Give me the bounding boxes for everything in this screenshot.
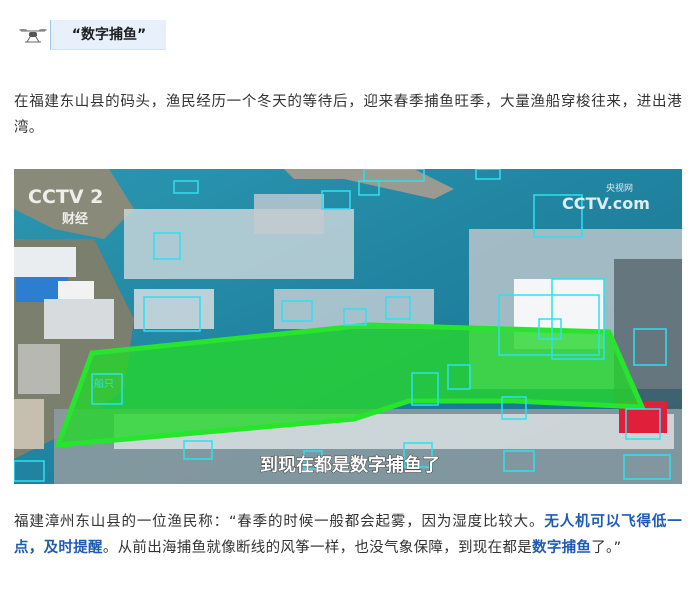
heading-box: “数字捕鱼” (50, 20, 166, 50)
watermark-logo: CCTV.com (562, 194, 650, 213)
intro-paragraph: 在福建东山县的码头，渔民经历一个冬天的等待后，迎来春季捕鱼旺季，大量渔船穿梭往来… (14, 94, 682, 136)
boat-cluster (254, 194, 324, 234)
building (14, 399, 44, 449)
quote-part-2: 。从前出海捕鱼就像断线的风筝一样，也没气象保障，到现在都是 (102, 540, 533, 556)
building (18, 344, 60, 394)
watermark-top: 央视网 (606, 182, 633, 194)
drone-icon (19, 29, 47, 43)
building (44, 299, 114, 339)
video-subtitle: 到现在都是数字捕鱼了 (260, 454, 440, 476)
quote-part-3: 了。” (591, 540, 622, 556)
section-heading: “数字捕鱼” (14, 17, 166, 53)
drone-photo: 船只 CCTV 2 财经 央视网 CCTV.com 到现在都是数字捕鱼了 (14, 169, 682, 484)
building (58, 281, 94, 299)
channel-logo: CCTV 2 (28, 186, 103, 208)
boat-cluster (134, 289, 214, 329)
quote-part-1: 福建漳州东山县的一位渔民称：“春季的时候一般都会起雾，因为湿度比较大。 (14, 514, 545, 530)
quote-paragraph: 福建漳州东山县的一位渔民称：“春季的时候一般都会起雾，因为湿度比较大。无人机可以… (14, 509, 682, 561)
overlay-label: 船只 (94, 377, 114, 390)
heading-title: “数字捕鱼” (71, 27, 147, 43)
channel-name: 财经 (62, 211, 88, 227)
building (14, 247, 76, 277)
quote-highlight-2: 数字捕鱼 (532, 540, 592, 556)
